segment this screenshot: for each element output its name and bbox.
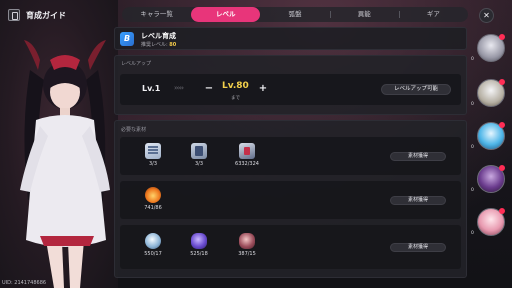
card-icon — [239, 143, 255, 159]
material-row: 550/17 525/18 387/15 素材獲得 — [120, 225, 461, 269]
level-up-available-button[interactable]: レベルアップ可能 — [381, 84, 451, 95]
arrows-icon: ››››› — [174, 84, 184, 92]
fire-crystal-icon — [145, 187, 161, 203]
level-selector: Lv.1 ››››› − Lv.80 まで + レベルアップ可能 — [120, 74, 461, 105]
material-row: 3/3 3/3 6332/324 素材獲得 — [120, 137, 461, 175]
material-item[interactable]: 550/17 — [138, 233, 168, 257]
material-count: 3/3 — [148, 161, 158, 167]
material-item[interactable]: 3/3 — [184, 143, 214, 167]
recommended-level-label: 推奨レベル: — [141, 42, 170, 48]
tab-ability[interactable]: 異能 — [329, 7, 399, 22]
materials-section-label: 必要な素材 — [121, 127, 147, 133]
training-guide-button[interactable]: 育成ガイド — [8, 9, 66, 21]
tab-gear[interactable]: ギア — [398, 7, 468, 22]
material-item[interactable]: 6332/324 — [232, 143, 262, 167]
book-icon — [191, 143, 207, 159]
avatar-count: 0 — [471, 188, 474, 193]
material-item[interactable]: 741/86 — [138, 187, 168, 211]
notification-dot — [499, 165, 505, 171]
acquire-materials-button[interactable]: 素材獲得 — [390, 243, 446, 252]
material-count: 6332/324 — [235, 161, 259, 167]
tab-bar: キャラ一覧 レベル 弧盤 異能 ギア — [122, 7, 468, 22]
notification-dot — [499, 122, 505, 128]
character-avatar-1[interactable]: 0 — [471, 34, 505, 62]
avatar-count: 0 — [471, 57, 474, 62]
material-row: 741/86 素材獲得 — [120, 181, 461, 219]
character-avatar-3[interactable]: 0 — [471, 122, 505, 150]
guide-label: 育成ガイド — [26, 10, 66, 20]
material-count: 3/3 — [194, 161, 204, 167]
character-avatar-5[interactable]: 0 — [471, 208, 505, 236]
rose-crystal-icon — [239, 233, 255, 249]
minus-button[interactable]: − — [204, 84, 214, 94]
violet-crystal-icon — [191, 233, 207, 249]
character-avatar-2[interactable]: 0 — [471, 79, 505, 107]
acquire-materials-button[interactable]: 素材獲得 — [390, 152, 446, 161]
avatar-count: 0 — [471, 102, 474, 107]
guide-book-icon — [8, 9, 20, 21]
material-count: 741/86 — [144, 205, 162, 211]
character-avatar-4[interactable]: 0 — [471, 165, 505, 193]
material-count: 550/17 — [144, 251, 162, 257]
avatar-count: 0 — [471, 145, 474, 150]
tab-character-list[interactable]: キャラ一覧 — [122, 7, 191, 22]
level-training-header: B レベル育成 推奨レベル: 80 — [114, 27, 467, 50]
user-id: UID: 2141748686 — [2, 280, 47, 286]
tab-arc-board[interactable]: 弧盤 — [260, 7, 329, 22]
notification-dot — [499, 79, 505, 85]
target-level: Lv.80 — [222, 81, 249, 91]
material-count: 387/15 — [238, 251, 256, 257]
tab-level[interactable]: レベル — [191, 7, 261, 22]
close-button[interactable]: ✕ — [479, 8, 494, 23]
rank-b-badge: B — [120, 32, 134, 46]
recommended-level: 推奨レベル: 80 — [141, 41, 176, 48]
material-item[interactable]: 387/15 — [232, 233, 262, 257]
silver-crystal-icon — [145, 233, 161, 249]
character-illustration — [20, 40, 110, 288]
level-up-panel: レベルアップ Lv.1 ››››› − Lv.80 まで + レベルアップ可能 — [114, 55, 467, 115]
notification-dot — [499, 208, 505, 214]
document-icon — [145, 143, 161, 159]
acquire-materials-button[interactable]: 素材獲得 — [390, 196, 446, 205]
material-item[interactable]: 3/3 — [138, 143, 168, 167]
target-level-suffix: まで — [231, 96, 240, 101]
header-title: レベル育成 — [141, 32, 176, 40]
material-count: 525/18 — [190, 251, 208, 257]
current-level: Lv.1 — [142, 84, 161, 93]
required-materials-panel: 必要な素材 3/3 3/3 6332/324 素材獲得 741/86 素材獲得 … — [114, 120, 467, 278]
plus-button[interactable]: + — [258, 84, 268, 94]
avatar-count: 0 — [471, 231, 474, 236]
notification-dot — [499, 34, 505, 40]
material-item[interactable]: 525/18 — [184, 233, 214, 257]
recommended-level-value: 80 — [169, 42, 177, 48]
level-up-section-label: レベルアップ — [121, 61, 152, 67]
